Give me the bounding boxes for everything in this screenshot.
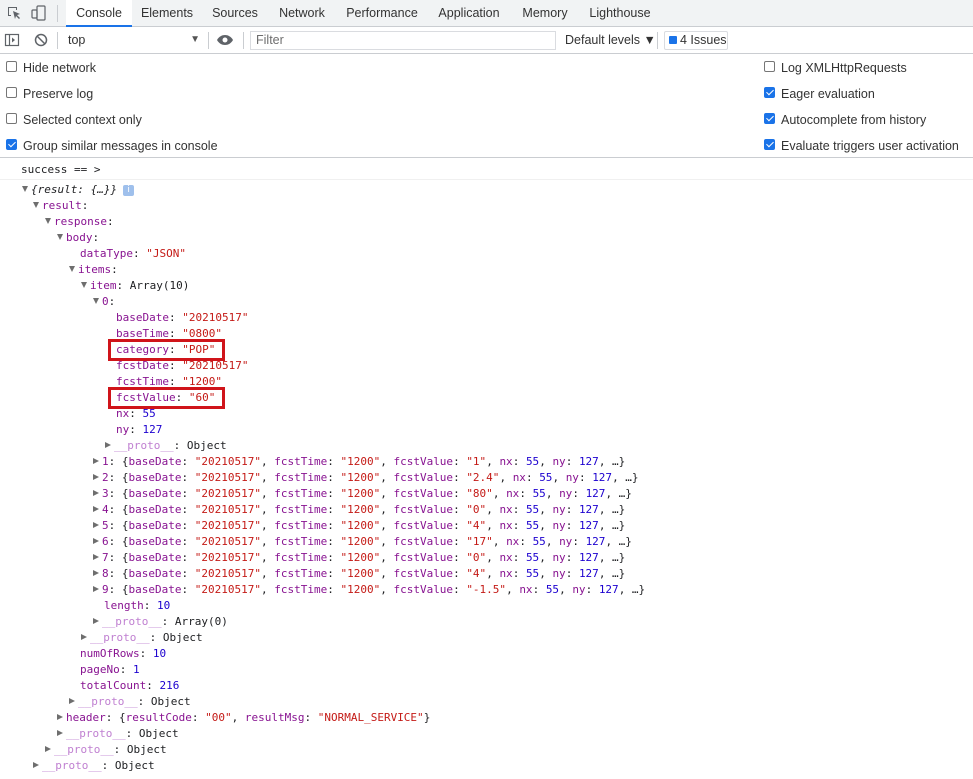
tree-node-array-item[interactable]: 6: {baseDate: "20210517", fcstTime: "120… bbox=[93, 534, 632, 550]
devtools-tab-bar: Console Elements Sources Network Perform… bbox=[0, 0, 973, 27]
prop-pageNo: pageNo: 1 bbox=[80, 663, 140, 676]
collapsed-triangle-icon bbox=[69, 698, 75, 704]
collapsed-triangle-icon bbox=[93, 538, 99, 544]
tree-node-body[interactable]: body: bbox=[57, 230, 99, 246]
issues-button[interactable]: 4 Issues bbox=[664, 31, 728, 50]
divider bbox=[208, 32, 209, 49]
tree-node-array-item[interactable]: 4: {baseDate: "20210517", fcstTime: "120… bbox=[93, 502, 625, 518]
tree-node-array-item[interactable]: 8: {baseDate: "20210517", fcstTime: "120… bbox=[93, 566, 625, 582]
collapsed-triangle-icon bbox=[57, 714, 63, 720]
collapsed-triangle-icon bbox=[33, 762, 39, 768]
divider bbox=[243, 32, 244, 49]
checkbox[interactable] bbox=[764, 61, 775, 72]
tree-node-array-item[interactable]: 7: {baseDate: "20210517", fcstTime: "120… bbox=[93, 550, 625, 566]
prop-totalCount: totalCount: 216 bbox=[80, 679, 180, 692]
divider bbox=[657, 32, 658, 49]
log-text: success == > bbox=[21, 163, 101, 176]
tab-sources[interactable]: Sources bbox=[205, 0, 265, 26]
tab-elements[interactable]: Elements bbox=[134, 0, 200, 26]
tree-node-items[interactable]: items: bbox=[69, 262, 118, 278]
checkbox[interactable] bbox=[6, 61, 17, 72]
tree-node-array-item[interactable]: 3: {baseDate: "20210517", fcstTime: "120… bbox=[93, 486, 632, 502]
tree-node-response[interactable]: response: bbox=[45, 214, 114, 230]
tree-node-item[interactable]: item: Array(10) bbox=[81, 278, 189, 294]
tree-node-array-item[interactable]: 2: {baseDate: "20210517", fcstTime: "120… bbox=[93, 470, 639, 486]
highlight-box-category bbox=[108, 339, 225, 361]
device-toolbar-icon[interactable] bbox=[31, 5, 47, 21]
divider bbox=[57, 5, 58, 22]
chevron-down-icon: ▼ bbox=[190, 34, 200, 45]
checkbox[interactable] bbox=[764, 87, 775, 98]
console-message bbox=[0, 161, 973, 180]
tree-node-proto-response[interactable]: __proto__: Object bbox=[57, 726, 179, 742]
tree-node-array-item[interactable]: 1: {baseDate: "20210517", fcstTime: "120… bbox=[93, 454, 625, 470]
prop-ny: ny: 127 bbox=[116, 423, 163, 436]
expand-triangle-icon bbox=[81, 282, 87, 288]
tree-node-array-item[interactable]: 5: {baseDate: "20210517", fcstTime: "120… bbox=[93, 518, 625, 534]
console-toolbar: top ▼ Filter Default levels ▼ 4 Issues bbox=[0, 27, 973, 54]
inspect-element-icon[interactable] bbox=[6, 5, 22, 21]
expand-triangle-icon bbox=[22, 186, 28, 192]
tab-lighthouse[interactable]: Lighthouse bbox=[583, 0, 657, 26]
expand-triangle-icon bbox=[57, 234, 63, 240]
collapsed-triangle-icon bbox=[57, 730, 63, 736]
divider bbox=[57, 32, 58, 49]
collapsed-triangle-icon bbox=[93, 522, 99, 528]
log-levels-dropdown[interactable]: Default levels ▼ bbox=[565, 30, 656, 50]
sidebar-toggle-icon[interactable] bbox=[4, 32, 20, 48]
issues-count: 4 Issues bbox=[680, 33, 727, 47]
checkbox[interactable] bbox=[764, 113, 775, 124]
collapsed-triangle-icon bbox=[93, 586, 99, 592]
tab-performance[interactable]: Performance bbox=[340, 0, 424, 26]
tree-node-proto-array[interactable]: __proto__: Array(0) bbox=[93, 614, 228, 630]
tree-node-header[interactable]: header: {resultCode: "00", resultMsg: "N… bbox=[57, 710, 430, 726]
checkbox[interactable] bbox=[764, 139, 775, 150]
expand-triangle-icon bbox=[93, 298, 99, 304]
collapsed-triangle-icon bbox=[45, 746, 51, 752]
collapsed-triangle-icon bbox=[93, 506, 99, 512]
tree-node-proto-item[interactable]: __proto__: Object bbox=[81, 630, 203, 646]
collapsed-triangle-icon bbox=[93, 490, 99, 496]
checkbox[interactable] bbox=[6, 87, 17, 98]
tree-node-index-0[interactable]: 0: bbox=[93, 294, 115, 310]
tree-node-result[interactable]: result: bbox=[33, 198, 88, 214]
prop-numOfRows: numOfRows: 10 bbox=[80, 647, 167, 660]
collapsed-triangle-icon bbox=[93, 570, 99, 576]
collapsed-triangle-icon bbox=[93, 474, 99, 480]
tab-application[interactable]: Application bbox=[430, 0, 508, 26]
clear-console-icon[interactable] bbox=[33, 32, 49, 48]
collapsed-triangle-icon bbox=[93, 618, 99, 624]
tab-memory[interactable]: Memory bbox=[515, 0, 575, 26]
checkbox[interactable] bbox=[6, 113, 17, 124]
console-settings: Hide network Preserve log Selected conte… bbox=[0, 54, 973, 158]
expand-triangle-icon bbox=[45, 218, 51, 224]
collapsed-triangle-icon bbox=[93, 458, 99, 464]
expand-triangle-icon bbox=[69, 266, 75, 272]
tab-network[interactable]: Network bbox=[272, 0, 332, 26]
tree-node-proto-body[interactable]: __proto__: Object bbox=[69, 694, 191, 710]
tree-node-array-item[interactable]: 9: {baseDate: "20210517", fcstTime: "120… bbox=[93, 582, 645, 598]
tree-node-root[interactable]: {result: {…}} i bbox=[22, 182, 135, 198]
context-selector[interactable]: top ▼ bbox=[60, 30, 206, 50]
prop-length: length: 10 bbox=[104, 599, 171, 612]
prop-baseDate: baseDate: "20210517" bbox=[116, 311, 249, 324]
console-output: success == > {result: {…}} i result: resp… bbox=[0, 159, 973, 779]
filter-input[interactable]: Filter bbox=[250, 31, 556, 50]
collapsed-triangle-icon bbox=[93, 554, 99, 560]
tree-node-proto[interactable]: __proto__: Object bbox=[105, 438, 227, 454]
info-icon: i bbox=[123, 184, 135, 196]
collapsed-triangle-icon bbox=[105, 442, 111, 448]
tree-node-proto-root[interactable]: __proto__: Object bbox=[33, 758, 155, 774]
eye-icon[interactable] bbox=[216, 32, 233, 48]
checkbox[interactable] bbox=[6, 139, 17, 150]
collapsed-triangle-icon bbox=[81, 634, 87, 640]
tab-console[interactable]: Console bbox=[66, 0, 132, 27]
highlight-box-fcstValue bbox=[108, 387, 225, 409]
expand-triangle-icon bbox=[33, 202, 39, 208]
context-label: top bbox=[68, 33, 86, 47]
issues-icon bbox=[669, 35, 677, 44]
tree-node-proto-result[interactable]: __proto__: Object bbox=[45, 742, 167, 758]
prop-dataType: dataType: "JSON" bbox=[80, 247, 186, 260]
